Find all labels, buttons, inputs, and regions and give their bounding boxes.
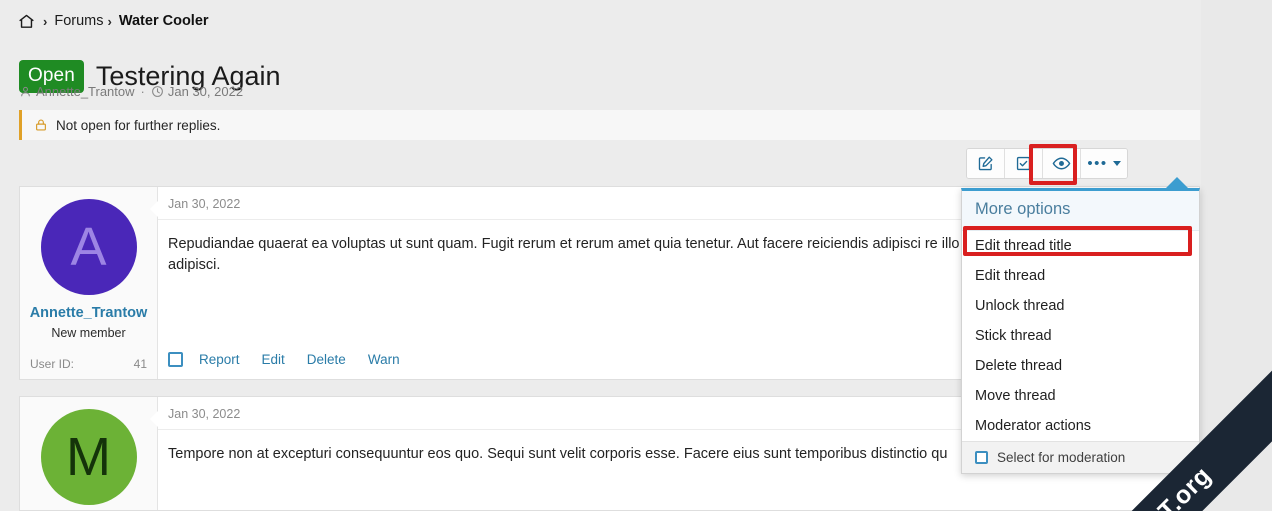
report-link[interactable]: Report <box>199 352 240 367</box>
thread-author[interactable]: Annette_Trantow <box>36 84 135 99</box>
post-author-sidebar: M <box>20 397 158 510</box>
select-for-moderation-label: Select for moderation <box>997 450 1126 465</box>
post-actions: Report Edit Delete Warn <box>168 352 422 367</box>
menu-item-edit-thread-title[interactable]: Edit thread title <box>962 231 1199 261</box>
post-arrow-icon <box>150 411 158 427</box>
edit-link[interactable]: Edit <box>262 352 285 367</box>
ellipsis-icon: ••• <box>1087 154 1108 172</box>
watch-thread-button[interactable] <box>1043 149 1081 178</box>
post-author-rank: New member <box>51 326 126 340</box>
menu-item-unlock-thread[interactable]: Unlock thread <box>962 291 1199 321</box>
home-icon[interactable] <box>18 13 35 30</box>
page-root: › Forums › Water Cooler Open Testering A… <box>0 0 1272 511</box>
breadcrumb-item-water-cooler[interactable]: Water Cooler <box>119 13 209 29</box>
menu-item-select-for-moderation[interactable]: Select for moderation <box>962 441 1199 473</box>
thread-date: Jan 30, 2022 <box>167 83 244 99</box>
breadcrumb-separator-2: › <box>107 13 112 29</box>
warn-link[interactable]: Warn <box>368 352 400 367</box>
avatar[interactable]: A <box>40 199 137 295</box>
post-select-checkbox[interactable] <box>168 352 183 367</box>
chevron-down-icon <box>1112 161 1121 166</box>
lock-icon <box>34 118 48 132</box>
thread-meta: Annette_Trantow · Jan 30, 2022 <box>19 82 243 100</box>
breadcrumb-separator-1: › <box>43 13 48 29</box>
thread-toolbar: ••• <box>966 148 1128 179</box>
more-options-button[interactable]: ••• <box>1081 149 1127 178</box>
content-column: › Forums › Water Cooler Open Testering A… <box>0 0 1201 511</box>
breadcrumb-item-forums[interactable]: Forums <box>54 13 103 29</box>
post-author-stat-label: User ID: <box>30 357 75 371</box>
locked-notice: Not open for further replies. <box>19 110 1200 140</box>
more-options-menu: More options Edit thread title Edit thre… <box>961 188 1200 474</box>
post-author-stat: User ID: 41 <box>30 357 147 371</box>
locked-notice-text: Not open for further replies. <box>56 117 221 133</box>
avatar[interactable]: M <box>40 409 137 505</box>
menu-item-edit-thread[interactable]: Edit thread <box>962 261 1199 291</box>
menu-item-stick-thread[interactable]: Stick thread <box>962 321 1199 351</box>
user-icon <box>19 85 32 98</box>
menu-title: More options <box>962 191 1199 231</box>
breadcrumb: › Forums › Water Cooler <box>18 8 209 34</box>
mark-read-button[interactable] <box>1005 149 1043 178</box>
menu-item-moderator-actions[interactable]: Moderator actions <box>962 411 1199 441</box>
post-arrow-icon <box>150 201 158 217</box>
menu-item-delete-thread[interactable]: Delete thread <box>962 351 1199 381</box>
delete-link[interactable]: Delete <box>307 352 346 367</box>
post-author-name[interactable]: Annette_Trantow <box>30 305 148 322</box>
edit-thread-title-button[interactable] <box>967 149 1005 178</box>
menu-item-move-thread[interactable]: Move thread <box>962 381 1199 411</box>
meta-separator: · <box>140 83 145 99</box>
post-author-sidebar: A Annette_Trantow New member User ID: 41 <box>20 187 158 379</box>
post-author-stat-value: 41 <box>133 357 147 371</box>
menu-arrow-icon <box>1166 177 1188 188</box>
select-for-moderation-checkbox[interactable] <box>975 451 988 464</box>
clock-icon <box>151 85 164 98</box>
